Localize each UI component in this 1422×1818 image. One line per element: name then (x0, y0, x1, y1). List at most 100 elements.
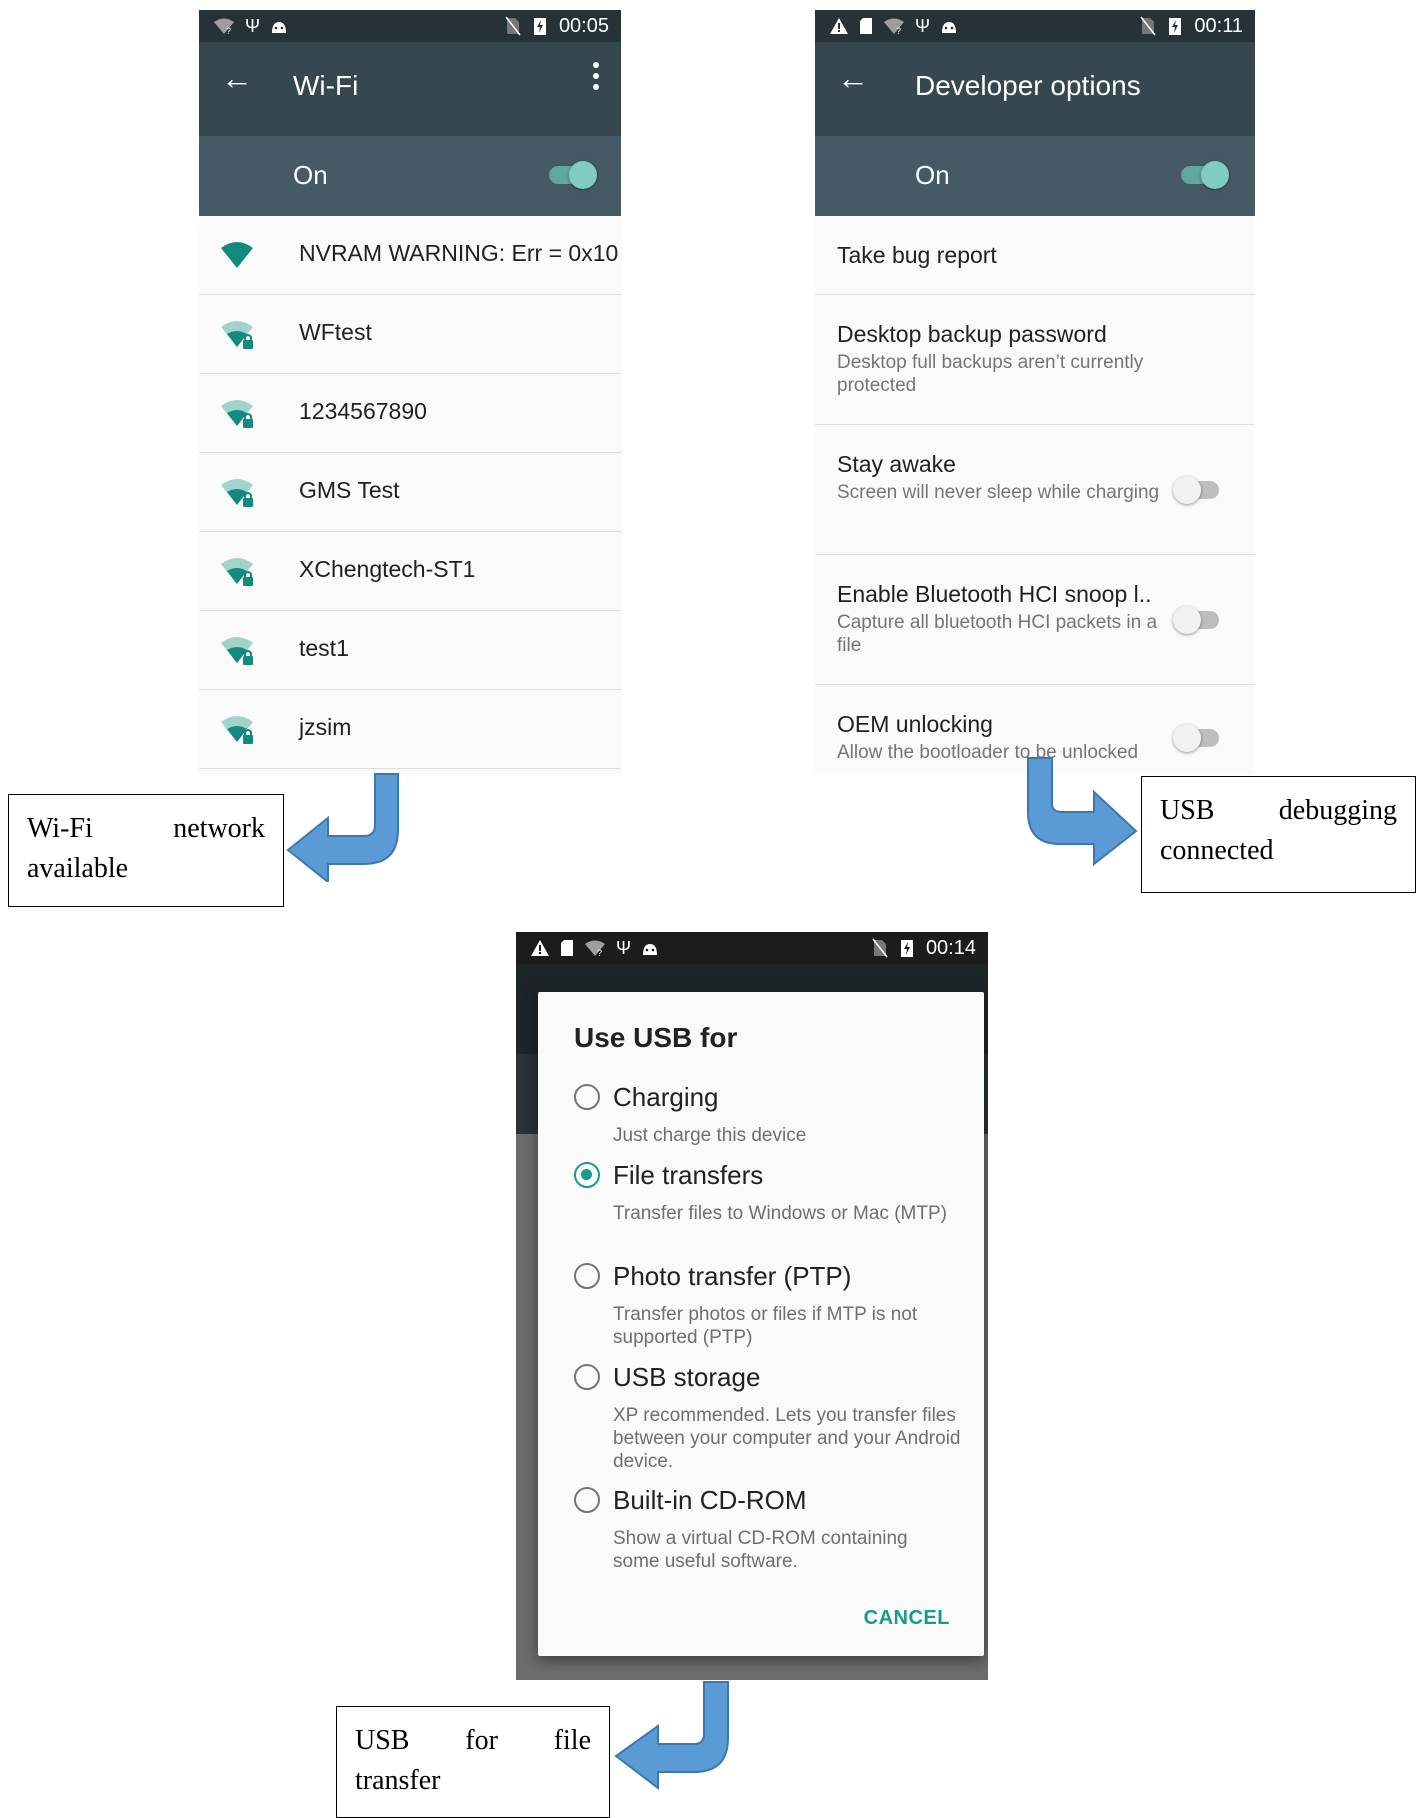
app-bar: ← Wi-Fi (199, 42, 621, 136)
use-usb-dialog: Use USB for Charging Just charge this de… (538, 992, 984, 1656)
radio-button[interactable] (574, 1263, 600, 1289)
warning-icon (830, 18, 848, 34)
wifi-network-name: jzsim (299, 714, 352, 740)
android-debug-icon (942, 22, 957, 33)
callout-word: network (173, 813, 265, 844)
warning-icon (531, 940, 549, 956)
callout-usb-debugging-connected: USB debugging connected (1141, 776, 1416, 893)
radio-button[interactable] (574, 1084, 600, 1110)
wifi-settings-screen: ? Ψ 00:05 ← Wi-Fi On NVRAM WARNING: Err … (199, 10, 621, 774)
wifi-network-name: GMS Test (299, 477, 400, 503)
status-bar: ? Ψ 00:11 (815, 10, 1255, 42)
wifi-network-item[interactable]: 1234567890 (199, 374, 621, 453)
bluetooth-hci-snoop-toggle[interactable] (1173, 605, 1221, 634)
status-bar: ? Ψ 00:14 (516, 932, 988, 964)
overflow-menu-icon[interactable] (591, 62, 601, 94)
wifi-lock-icon (221, 400, 253, 428)
no-sim-icon (505, 16, 521, 36)
cancel-button[interactable]: CANCEL (864, 1607, 950, 1630)
master-switch-label: On (915, 160, 950, 190)
stay-awake-item[interactable]: Stay awake Screen will never sleep while… (815, 425, 1255, 555)
page-title: Developer options (915, 70, 1141, 101)
item-summary: Capture all bluetooth HCI packets in a f… (837, 612, 1158, 656)
android-debug-icon (272, 22, 287, 33)
wifi-network-item[interactable]: GMS Test (199, 453, 621, 532)
oem-unlocking-toggle[interactable] (1173, 723, 1221, 752)
option-description: Transfer files to Windows or Mac (MTP) (613, 1203, 947, 1224)
callout-line: transfer (355, 1765, 441, 1796)
desktop-backup-password-item[interactable]: Desktop backup password Desktop full bac… (815, 295, 1255, 425)
wifi-network-name: WFtest (299, 319, 372, 345)
wifi-network-item[interactable]: jzsim (199, 690, 621, 769)
wifi-network-name: 1234567890 (299, 398, 427, 424)
wifi-network-item[interactable]: NVRAM WARNING: Err = 0x10 (199, 216, 621, 295)
take-bug-report-item[interactable]: Take bug report (815, 216, 1255, 295)
option-description: XP recommended. Lets you transfer files … (613, 1405, 961, 1472)
option-description: Just charge this device (613, 1125, 807, 1146)
item-summary: Desktop full backups aren’t currently pr… (837, 352, 1144, 396)
app-bar: ← Developer options (815, 42, 1255, 136)
item-title: Stay awake (837, 451, 956, 477)
developer-options-toggle[interactable] (1181, 160, 1229, 189)
wifi-master-switch-bar[interactable]: On (199, 136, 621, 216)
item-title: OEM unlocking (837, 711, 993, 737)
wifi-network-item[interactable]: test1 (199, 611, 621, 690)
callout-word: for (465, 1725, 498, 1756)
radio-button-selected[interactable] (574, 1162, 600, 1188)
option-description: Transfer photos or files if MTP is not s… (613, 1304, 918, 1348)
back-arrow-icon[interactable]: ← (837, 62, 869, 94)
option-label: USB storage (613, 1362, 761, 1392)
callout-word: Wi-Fi (27, 813, 93, 844)
callout-arrow-wifi (286, 773, 399, 882)
battery-charging-icon (533, 18, 546, 35)
developer-master-switch-bar[interactable]: On (815, 136, 1255, 216)
battery-charging-icon (900, 940, 913, 957)
option-label: File transfers (613, 1160, 764, 1190)
no-sim-icon (872, 938, 888, 958)
wifi-lock-icon (221, 558, 253, 586)
no-sim-icon (1140, 16, 1157, 36)
callout-line: connected (1160, 835, 1274, 866)
battery-charging-icon (1169, 18, 1182, 35)
status-time: 00:14 (925, 936, 976, 959)
wifi-toggle[interactable] (549, 160, 597, 189)
callout-word: debugging (1278, 795, 1397, 826)
option-description: Show a virtual CD-ROM containing some us… (613, 1528, 908, 1572)
svg-text:?: ? (896, 26, 901, 35)
radio-button[interactable] (574, 1487, 600, 1513)
wifi-lock-icon (221, 321, 253, 349)
stay-awake-toggle[interactable] (1173, 475, 1221, 504)
svg-text:?: ? (597, 948, 602, 957)
developer-options-screen: ? Ψ 00:11 ← Developer options On Take bu… (815, 10, 1255, 774)
sd-card-icon (561, 940, 573, 956)
bluetooth-hci-snoop-item[interactable]: Enable Bluetooth HCI snoop l.. Capture a… (815, 555, 1255, 685)
radio-button[interactable] (574, 1364, 600, 1390)
wifi-network-name: XChengtech-ST1 (299, 556, 476, 582)
svg-text:?: ? (226, 26, 231, 35)
wifi-signal-icon: ? (884, 18, 904, 35)
callout-word: USB (1160, 795, 1215, 826)
wifi-network-item[interactable]: WFtest (199, 295, 621, 374)
callout-usb-for-file-transfer: USB for file transfer (336, 1706, 610, 1818)
item-title: Take bug report (837, 242, 997, 268)
item-title: Desktop backup password (837, 321, 1107, 347)
status-time: 00:05 (558, 14, 609, 37)
usb-icon: Ψ (245, 16, 261, 36)
option-label: Photo transfer (PTP) (613, 1261, 852, 1291)
wifi-lock-icon (221, 637, 253, 665)
master-switch-label: On (293, 160, 328, 190)
callout-arrow-usb-debugging (1027, 757, 1138, 866)
wifi-lock-icon (221, 479, 253, 507)
wifi-network-name: NVRAM WARNING: Err = 0x10 (299, 240, 619, 266)
back-arrow-icon[interactable]: ← (221, 62, 253, 94)
wifi-signal-icon: ? (214, 18, 234, 35)
option-label: Charging (613, 1082, 719, 1112)
status-bar: ? Ψ 00:05 (199, 10, 621, 42)
wifi-network-item[interactable]: XChengtech-ST1 (199, 532, 621, 611)
android-debug-icon (643, 944, 658, 955)
callout-word: file (553, 1725, 591, 1756)
wifi-network-name: test1 (299, 635, 349, 661)
dialog-title: Use USB for (574, 1022, 738, 1053)
callout-line: available (27, 853, 129, 884)
callout-word: USB (355, 1725, 410, 1756)
